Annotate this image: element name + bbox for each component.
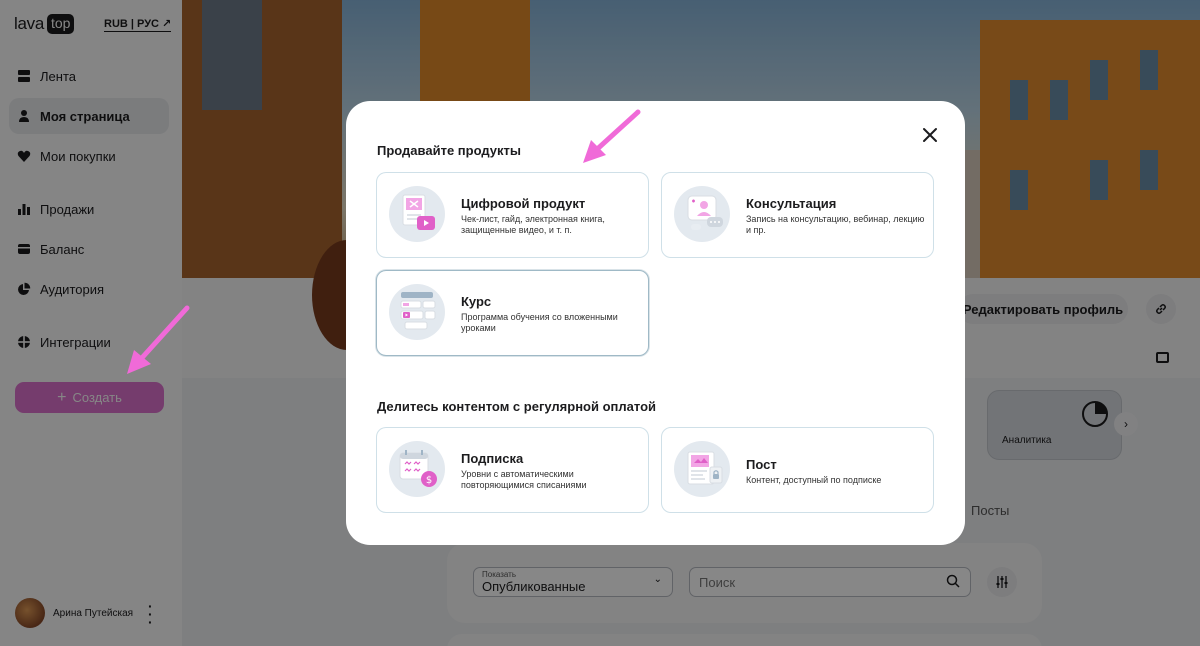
card-description: Программа обучения со вложенными уроками xyxy=(461,312,618,333)
card-course[interactable]: Курс Программа обучения со вложенными ур… xyxy=(376,270,649,356)
card-title: Курс xyxy=(461,294,492,309)
card-subscription[interactable]: $ Подписка Уровни с автоматическими повт… xyxy=(376,427,649,513)
card-description: Уровни с автоматическими повторяющимися … xyxy=(461,469,587,490)
card-title: Цифровой продукт xyxy=(461,196,586,211)
create-modal: Продавайте продукты Цифровой продукт Чек… xyxy=(346,101,965,545)
card-consultation[interactable]: Консультация Запись на консультацию, веб… xyxy=(661,172,934,258)
section-title-subscription-content: Делитесь контентом с регулярной оплатой xyxy=(377,399,657,414)
close-icon[interactable] xyxy=(922,127,938,143)
svg-text:$: $ xyxy=(426,475,432,486)
course-icon xyxy=(389,284,445,340)
card-description: Чек-лист, гайд, электронная книга, защищ… xyxy=(461,214,605,235)
card-title: Консультация xyxy=(746,196,837,211)
section-title-sell-products: Продавайте продукты xyxy=(377,143,521,158)
consultation-icon xyxy=(674,186,730,242)
digital-product-icon xyxy=(389,186,445,242)
card-description: Запись на консультацию, вебинар, лекцию … xyxy=(746,214,925,235)
card-post[interactable]: Пост Контент, доступный по подписке xyxy=(661,427,934,513)
post-icon xyxy=(674,441,730,497)
card-title: Подписка xyxy=(461,451,524,466)
card-title: Пост xyxy=(746,457,777,472)
card-description: Контент, доступный по подписке xyxy=(746,475,882,485)
subscription-icon: $ xyxy=(389,441,445,497)
card-digital-product[interactable]: Цифровой продукт Чек-лист, гайд, электро… xyxy=(376,172,649,258)
